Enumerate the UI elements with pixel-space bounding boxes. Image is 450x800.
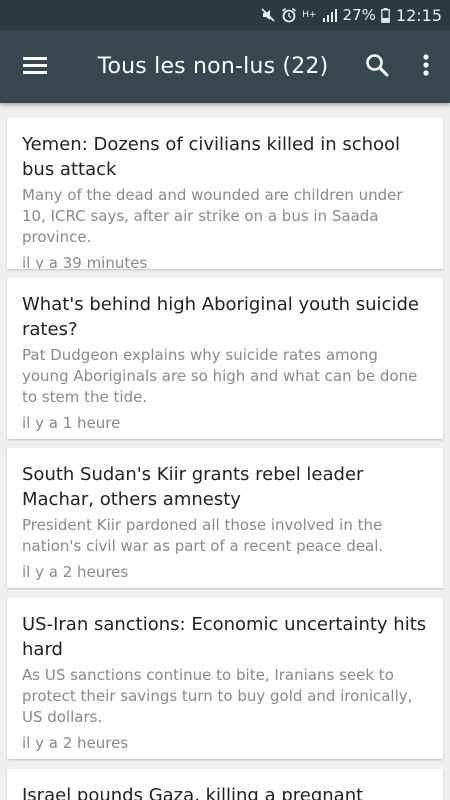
article-summary: As US sanctions continue to bite, Irania…	[22, 666, 413, 726]
menu-icon	[23, 56, 47, 78]
article-card[interactable]: What's behind high Aboriginal youth suic…	[7, 278, 443, 439]
battery-icon	[381, 7, 390, 23]
article-headline: What's behind high Aboriginal youth suic…	[22, 294, 419, 340]
network-icon: H+	[302, 9, 317, 20]
article-list[interactable]: Yemen: Dozens of civilians killed in sch…	[0, 103, 450, 800]
article-card[interactable]: Israel pounds Gaza, killing a pregnant w…	[7, 769, 443, 800]
status-bar: H+ 27% 12:15	[0, 0, 450, 30]
article-card[interactable]: Yemen: Dozens of civilians killed in sch…	[7, 118, 443, 269]
article-summary: President Kiir pardoned all those involv…	[22, 516, 384, 555]
article-card[interactable]: US-Iran sanctions: Economic uncertainty …	[7, 598, 443, 759]
search-icon	[365, 53, 389, 81]
app-bar: Tous les non-lus (22)	[0, 30, 450, 103]
article-summary: Pat Dudgeon explains why suicide rates a…	[22, 346, 418, 406]
battery-text: 27%	[342, 6, 376, 24]
menu-button[interactable]	[0, 30, 70, 103]
search-button[interactable]	[352, 30, 402, 103]
clock: 12:15	[395, 5, 442, 25]
article-headline: Israel pounds Gaza, killing a pregnant w…	[22, 785, 364, 800]
article-time: il y a 2 heures	[22, 734, 129, 752]
more-vert-icon	[423, 53, 429, 80]
signal-icon	[322, 8, 338, 22]
mute-icon	[260, 7, 276, 23]
alarm-icon	[281, 7, 297, 23]
page-title: Tous les non-lus (22)	[97, 54, 329, 79]
article-time: il y a 2 heures	[22, 563, 129, 581]
overflow-menu-button[interactable]	[402, 30, 450, 103]
article-headline: South Sudan's Kiir grants rebel leader M…	[22, 464, 364, 510]
article-summary: Many of the dead and wounded are childre…	[22, 186, 403, 246]
article-headline: Yemen: Dozens of civilians killed in sch…	[22, 134, 401, 180]
article-time: il y a 1 heure	[22, 414, 121, 432]
article-time: il y a 39 minutes	[22, 254, 148, 269]
article-card[interactable]: South Sudan's Kiir grants rebel leader M…	[7, 448, 443, 588]
article-headline: US-Iran sanctions: Economic uncertainty …	[22, 614, 427, 660]
